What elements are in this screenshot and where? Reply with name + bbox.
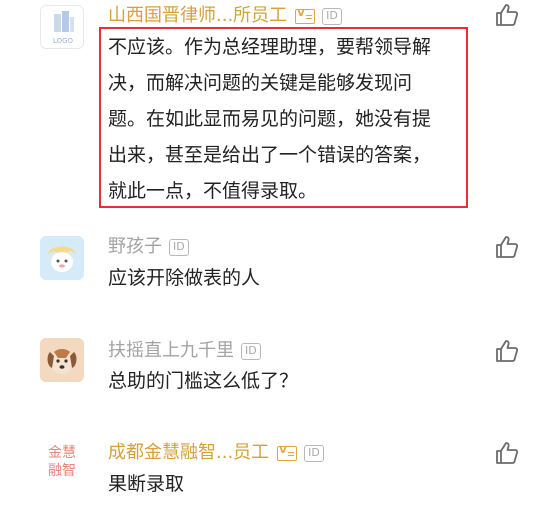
id-badge[interactable]: ID xyxy=(169,238,189,256)
comment-list: LOGO 山西国晋律师...所员工 ID 不应该。作为总经理助理，要帮领导解 决… xyxy=(0,0,537,508)
comment-header: 扶摇直上九千里 ID xyxy=(108,338,261,364)
comment-text-line: 就此一点，不值得录取。 xyxy=(108,180,318,202)
avatar-logo-text: 金慧 融智 xyxy=(40,440,84,480)
thumbs-up-icon[interactable] xyxy=(494,2,520,28)
avatar[interactable]: 金慧 融智 xyxy=(40,440,84,484)
id-badge[interactable]: ID xyxy=(241,342,261,360)
comment-text-line: 出来，甚至是给出了一个错误的答案， xyxy=(108,144,432,166)
avatar-logo-text: LOGO xyxy=(53,37,74,45)
dog-avatar-icon xyxy=(40,338,84,382)
avatar[interactable]: LOGO xyxy=(40,5,84,49)
comment-text: 应该开除做表的人 xyxy=(108,267,261,289)
comment-item: 扶摇直上九千里 ID 总助的门槛这么低了？ xyxy=(0,320,537,410)
avatar[interactable] xyxy=(40,338,84,382)
comment-text-line: 不应该。作为总经理助理，要帮领导解 xyxy=(108,36,432,58)
comment-header: 山西国晋律师...所员工 ID xyxy=(108,3,342,29)
thumbs-up-icon[interactable] xyxy=(494,338,520,364)
verified-v-icon xyxy=(277,445,298,461)
comment-text: 果断录取 xyxy=(108,473,185,495)
username[interactable]: 扶摇直上九千里 xyxy=(108,338,234,364)
avatar-logo-line: 融智 xyxy=(48,463,76,479)
comment-text: 不应该。作为总经理助理，要帮领导解 决，而解决问题的关键是能够发现问 题。在如此… xyxy=(108,29,431,209)
username[interactable]: 山西国晋律师...所员工 xyxy=(108,3,287,29)
avatar-logo-line: 金慧 xyxy=(48,445,76,461)
username[interactable]: 野孩子 xyxy=(108,234,162,260)
cartoon-avatar-icon xyxy=(40,236,84,280)
thumbs-up-icon[interactable] xyxy=(494,440,520,466)
comment-item: 野孩子 ID 应该开除做表的人 xyxy=(0,220,537,310)
comment-item: LOGO 山西国晋律师...所员工 ID 不应该。作为总经理助理，要帮领导解 决… xyxy=(0,0,537,215)
username[interactable]: 成都金慧融智...员工 xyxy=(108,440,269,466)
comment-item: 金慧 融智 成都金慧融智...员工 ID 果断录取 xyxy=(0,420,537,508)
id-badge[interactable]: ID xyxy=(322,7,342,25)
id-badge[interactable]: ID xyxy=(304,444,324,462)
comment-text-line: 题。在如此显而易见的问题，她没有提 xyxy=(108,108,432,130)
comment-text-line: 决，而解决问题的关键是能够发现问 xyxy=(108,72,413,94)
comment-text: 总助的门槛这么低了？ xyxy=(108,370,299,392)
thumbs-up-icon[interactable] xyxy=(494,234,520,260)
avatar[interactable] xyxy=(40,236,84,280)
comment-header: 成都金慧融智...员工 ID xyxy=(108,440,324,466)
logo-icon: LOGO xyxy=(53,11,74,45)
comment-header: 野孩子 ID xyxy=(108,234,189,260)
verified-v-icon xyxy=(295,8,316,24)
